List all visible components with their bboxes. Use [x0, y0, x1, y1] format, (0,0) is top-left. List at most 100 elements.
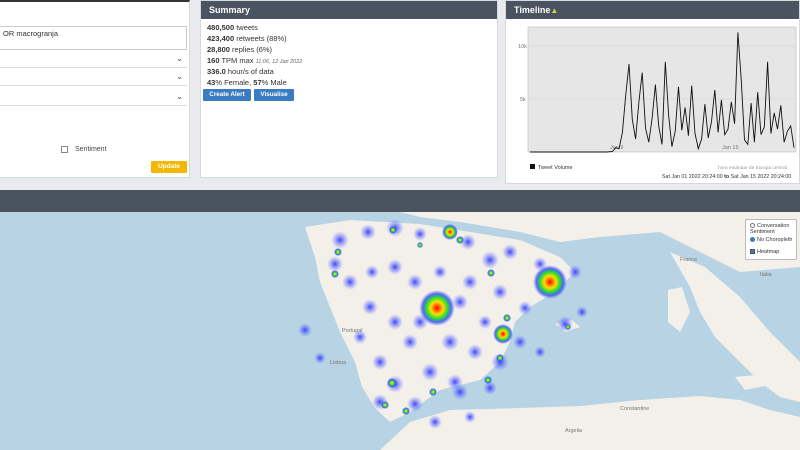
label-argelia: Argelia — [565, 428, 583, 434]
heat-spot-cool — [413, 227, 427, 241]
chevron-down-icon: ⌄ — [176, 72, 183, 81]
heat-spot-cool — [342, 274, 358, 290]
stat-retweets: 423,400 retweets (88%) — [207, 34, 287, 43]
timeline-title: Timeline — [514, 5, 551, 15]
y-tick-5k: 5k — [520, 97, 526, 103]
heat-spot-cool — [428, 415, 442, 429]
heat-spot-warm — [334, 248, 342, 256]
timezone-note: hora estándar de Europa central — [718, 165, 787, 171]
heat-spot-cool — [331, 231, 349, 249]
radio-icon[interactable] — [750, 223, 755, 229]
heat-spot-cool — [568, 265, 582, 279]
y-tick-10k: 10k — [518, 44, 527, 50]
heat-spot-warm — [402, 407, 410, 415]
heat-spot-cool — [387, 314, 403, 330]
visualise-button[interactable]: Visualise — [254, 89, 294, 101]
heat-spot-warm — [484, 376, 492, 384]
heat-spot-warm — [487, 269, 495, 277]
sentiment-checkbox[interactable] — [61, 146, 68, 153]
stat-gender: 43% Female, 57% Male — [207, 78, 287, 87]
label-constantine: Constantine — [620, 406, 650, 412]
heat-spot-warm — [331, 270, 339, 278]
heat-spot-cool — [534, 346, 546, 358]
heat-spot-cool — [462, 274, 478, 290]
layer-control: Conversation Sentiment No Choropleth Hea… — [745, 219, 797, 260]
radio-selected-icon[interactable] — [750, 237, 755, 243]
heat-spot-cool — [365, 265, 379, 279]
summary-panel: Summary 480,500 tweets 423,400 retweets … — [200, 0, 498, 178]
legend-label: Tweet Volume — [538, 165, 573, 171]
chevron-down-icon: ⌄ — [176, 54, 183, 63]
heat-spot-cool — [433, 265, 447, 279]
heat-spot-cool — [478, 315, 492, 329]
query-textarea[interactable]: OR macrogranja — [0, 26, 187, 50]
stat-tweets: 480,500 tweets — [207, 23, 258, 32]
date-range: Sat Jan 01 2022 20:24:00 to Sat Jan 15 2… — [662, 174, 791, 180]
land-africa — [380, 396, 800, 450]
heat-spot-cool — [518, 301, 532, 315]
heat-spot-cool — [402, 334, 418, 350]
heat-spot-cool — [407, 274, 423, 290]
create-alert-button[interactable]: Create Alert — [203, 89, 251, 101]
label-france: France — [680, 257, 698, 263]
heat-bilbao — [442, 224, 458, 240]
layer-conversation-sentiment[interactable]: Conversation Sentiment — [750, 223, 796, 235]
summary-title: Summary — [201, 1, 497, 19]
heat-spot-cool — [481, 251, 499, 269]
select-3[interactable]: ⌄ — [0, 90, 187, 106]
chevron-down-icon: ⌄ — [176, 92, 183, 101]
heat-spot-cool — [298, 323, 312, 337]
heat-spot-warm — [496, 354, 504, 362]
heat-spot-cool — [372, 354, 388, 370]
heat-madrid — [419, 290, 455, 326]
heat-spot-cool — [441, 333, 459, 351]
heat-spot-cool — [360, 224, 376, 240]
land-italy — [670, 252, 800, 402]
label-italia: Italia — [760, 272, 772, 278]
stat-tpm: 160 TPM max 11:06, 12 Jan 2022 — [207, 56, 303, 65]
map-svg — [298, 212, 800, 450]
heat-spot-cool — [327, 256, 343, 272]
heat-spot-cool — [502, 244, 518, 260]
heat-spot-cool — [387, 259, 403, 275]
checkbox-checked-icon[interactable] — [750, 249, 755, 255]
heat-spot-cool — [492, 284, 508, 300]
heat-spot-cool — [513, 335, 527, 349]
update-button[interactable]: Update — [151, 161, 187, 173]
legend-swatch — [530, 164, 535, 169]
timeline-panel: Timeline▲ 10k 5k Jan 9 Jan 15 Tweet Volu… — [505, 0, 800, 184]
heat-spot-warm — [565, 324, 571, 330]
land-sardinia — [668, 287, 690, 332]
label-portugal: Portugal — [342, 328, 363, 334]
heat-spot-warm — [456, 236, 464, 244]
select-2[interactable]: ⌄ — [0, 70, 187, 86]
map-header — [0, 190, 800, 212]
heat-spot-warm — [429, 388, 437, 396]
heat-spot-cool — [576, 306, 588, 318]
heat-spot-warm — [503, 314, 511, 322]
heat-spot-warm — [417, 242, 423, 248]
stat-replies: 28,800 replies (6%) — [207, 45, 273, 54]
heat-barcelona — [533, 265, 567, 299]
heat-spot-cool — [467, 344, 483, 360]
timeline-chart: 10k 5k Jan 9 Jan 15 Tweet Volume hora es… — [518, 26, 797, 180]
heat-spot-warm — [389, 226, 397, 234]
warning-triangle-icon[interactable]: ▲ — [550, 6, 558, 15]
heatmap-map[interactable]: Portugal Lisboa France Italia Constantin… — [0, 212, 800, 450]
label-lisboa: Lisboa — [330, 360, 347, 366]
heat-spot-cool — [452, 384, 468, 400]
heat-spot-cool — [362, 299, 378, 315]
heat-spot-cool — [314, 352, 326, 364]
sentiment-label: Sentiment — [75, 146, 107, 153]
heat-spot-cool — [557, 316, 573, 332]
select-1[interactable]: ⌄ — [0, 52, 187, 68]
query-panel: OR macrogranja ⌄ ⌄ ⌄ Sentiment Update — [0, 0, 190, 178]
heat-valencia — [493, 324, 513, 344]
heat-spot-cool — [464, 411, 476, 423]
heat-spot-cool — [421, 363, 439, 381]
heat-spot-warm — [387, 378, 397, 388]
layer-no-choropleth[interactable]: No Choropleth — [750, 237, 792, 243]
layer-heatmap[interactable]: Heatmap — [750, 249, 779, 255]
stat-hours: 336.0 hour/s of data — [207, 67, 274, 76]
x-tick-jan15: Jan 15 — [722, 145, 739, 151]
